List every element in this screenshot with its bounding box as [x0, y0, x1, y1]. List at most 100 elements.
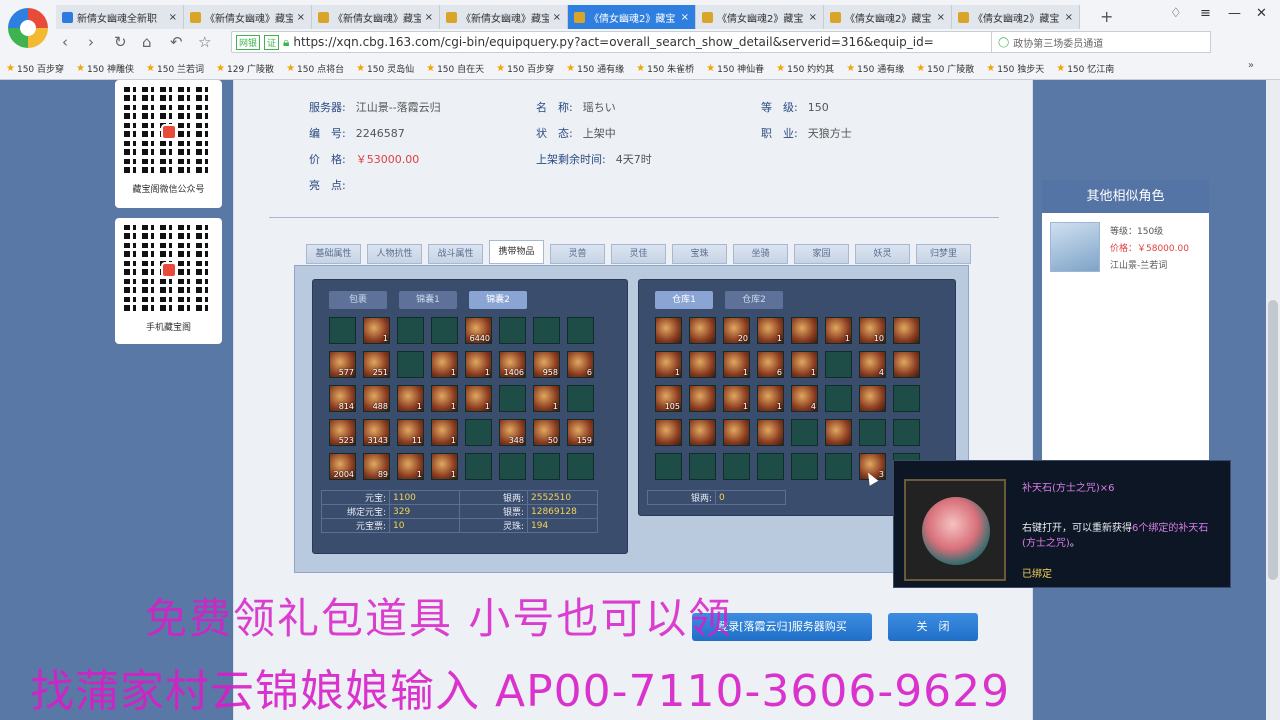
inventory-slot[interactable]: 1 — [397, 453, 424, 480]
inventory-slot[interactable]: 2004 — [329, 453, 356, 480]
inventory-slot[interactable] — [893, 385, 920, 412]
inventory-slot[interactable]: 1 — [431, 385, 458, 412]
inventory-slot[interactable] — [689, 453, 716, 480]
tab-close-icon[interactable]: × — [809, 12, 817, 23]
browser-tab[interactable]: 《倩女幽魂2》藏宝 × — [568, 5, 696, 29]
tab-close-icon[interactable]: × — [553, 12, 561, 23]
inventory-slot[interactable] — [499, 317, 526, 344]
inventory-slot[interactable] — [465, 419, 492, 446]
inventory-slot[interactable] — [893, 419, 920, 446]
inventory-slot[interactable] — [859, 385, 886, 412]
tab-close-icon[interactable]: × — [425, 12, 433, 23]
bookmark-item[interactable]: ★ 150 点将台 — [286, 62, 344, 75]
bookmark-item[interactable]: ★ 150 通有缘 — [566, 62, 624, 75]
inventory-slot[interactable]: 1 — [431, 419, 458, 446]
search-box[interactable]: ◯ 政协第三场委员通道 — [991, 31, 1211, 53]
browser-tab[interactable]: 《新倩女幽魂》藏宝 × — [312, 5, 440, 29]
inventory-slot[interactable]: 1 — [825, 317, 852, 344]
inventory-slot[interactable] — [431, 317, 458, 344]
inventory-slot[interactable]: 1 — [757, 317, 784, 344]
inventory-slot[interactable]: 1 — [431, 351, 458, 378]
inventory-slot[interactable]: 10 — [859, 317, 886, 344]
inventory-slot[interactable]: 958 — [533, 351, 560, 378]
inventory-slot[interactable] — [791, 453, 818, 480]
inventory-slot[interactable]: 6440 — [465, 317, 492, 344]
bookmark-item[interactable]: ★ 150 忆江南 — [1056, 62, 1114, 75]
inventory-slot[interactable]: 1406 — [499, 351, 526, 378]
close-window-icon[interactable]: ✕ — [1256, 6, 1267, 21]
inventory-slot[interactable]: 1 — [791, 351, 818, 378]
inventory-slot[interactable]: 159 — [567, 419, 594, 446]
address-bar[interactable]: 网银 证 🔒︎ https://xqn.cbg.163.com/cgi-bin/… — [231, 31, 1031, 53]
inventory-slot[interactable]: 11 — [397, 419, 424, 446]
tab-2[interactable]: 战斗属性 — [428, 244, 483, 264]
inventory-slot[interactable] — [465, 453, 492, 480]
bookmark-item[interactable]: ★ 150 百步穿 — [6, 62, 64, 75]
tab-10[interactable]: 归梦里 — [916, 244, 971, 264]
inventory-slot[interactable]: 1 — [465, 385, 492, 412]
bookmark-item[interactable]: ★ 150 独步天 — [986, 62, 1044, 75]
inventory-slot[interactable] — [689, 419, 716, 446]
inventory-slot[interactable]: 1 — [397, 385, 424, 412]
menu-icon[interactable]: ≡ — [1200, 6, 1211, 21]
bag-tab-2[interactable]: 锦囊2 — [469, 291, 527, 309]
warehouse-tab-0[interactable]: 仓库1 — [655, 291, 713, 309]
inventory-slot[interactable] — [791, 317, 818, 344]
inventory-slot[interactable]: 4 — [859, 351, 886, 378]
new-tab-button[interactable]: + — [1100, 7, 1113, 26]
bookmarks-more-icon[interactable]: » — [1248, 60, 1254, 71]
bookmark-item[interactable]: ★ 150 朱雀桥 — [636, 62, 694, 75]
browser-tab[interactable]: 《倩女幽魂2》藏宝 × — [824, 5, 952, 29]
tab-3[interactable]: 携带物品 — [489, 240, 544, 264]
inventory-slot[interactable] — [329, 317, 356, 344]
inventory-slot[interactable] — [567, 317, 594, 344]
tab-close-icon[interactable]: × — [169, 12, 177, 23]
inventory-slot[interactable] — [825, 453, 852, 480]
inventory-slot[interactable] — [655, 317, 682, 344]
bookmark-star-icon[interactable]: ☆ — [198, 33, 211, 51]
inventory-slot[interactable] — [791, 419, 818, 446]
inventory-slot[interactable]: 1 — [431, 453, 458, 480]
tab-6[interactable]: 宝珠 — [672, 244, 727, 264]
bookmark-item[interactable]: ★ 150 妁妁其 — [776, 62, 834, 75]
inventory-slot[interactable]: 50 — [533, 419, 560, 446]
close-button[interactable]: 关 闭 — [888, 613, 978, 641]
inventory-slot[interactable]: 523 — [329, 419, 356, 446]
tab-1[interactable]: 人物抗性 — [367, 244, 422, 264]
scrollbar-thumb[interactable] — [1268, 300, 1278, 580]
inventory-slot[interactable] — [689, 385, 716, 412]
inventory-slot[interactable]: 6 — [567, 351, 594, 378]
inventory-slot[interactable] — [757, 419, 784, 446]
inventory-slot[interactable]: 348 — [499, 419, 526, 446]
inventory-slot[interactable]: 1 — [363, 317, 390, 344]
minimize-icon[interactable]: — — [1228, 6, 1241, 21]
inventory-slot[interactable]: 89 — [363, 453, 390, 480]
inventory-slot[interactable] — [655, 419, 682, 446]
tab-close-icon[interactable]: × — [1065, 12, 1073, 23]
search-text[interactable]: 政协第三场委员通道 — [1013, 35, 1103, 50]
bookmark-item[interactable]: ★ 150 神仙眷 — [706, 62, 764, 75]
tab-7[interactable]: 坐骑 — [733, 244, 788, 264]
inventory-slot[interactable]: 20 — [723, 317, 750, 344]
inventory-slot[interactable] — [567, 453, 594, 480]
tab-close-icon[interactable]: × — [297, 12, 305, 23]
inventory-slot[interactable]: 577 — [329, 351, 356, 378]
skin-icon[interactable]: ♢ — [1170, 6, 1182, 21]
bag-tab-1[interactable]: 锦囊1 — [399, 291, 457, 309]
inventory-slot[interactable] — [723, 453, 750, 480]
character-avatar[interactable] — [1050, 222, 1100, 272]
bookmark-item[interactable]: ★ 150 通有缘 — [846, 62, 904, 75]
home-icon[interactable]: ⌂ — [142, 33, 152, 51]
inventory-slot[interactable]: 1 — [533, 385, 560, 412]
inventory-slot[interactable]: 1 — [655, 351, 682, 378]
bookmark-item[interactable]: ★ 150 神雕侠 — [76, 62, 134, 75]
inventory-slot[interactable]: 1 — [465, 351, 492, 378]
browser-tab[interactable]: 新倩女幽魂全新职 × — [56, 5, 184, 29]
inventory-slot[interactable] — [655, 453, 682, 480]
inventory-slot[interactable] — [859, 419, 886, 446]
inventory-slot[interactable] — [397, 317, 424, 344]
inventory-slot[interactable]: 6 — [757, 351, 784, 378]
bookmark-item[interactable]: ★ 150 自在天 — [426, 62, 484, 75]
inventory-slot[interactable] — [567, 385, 594, 412]
inventory-slot[interactable]: 1 — [757, 385, 784, 412]
